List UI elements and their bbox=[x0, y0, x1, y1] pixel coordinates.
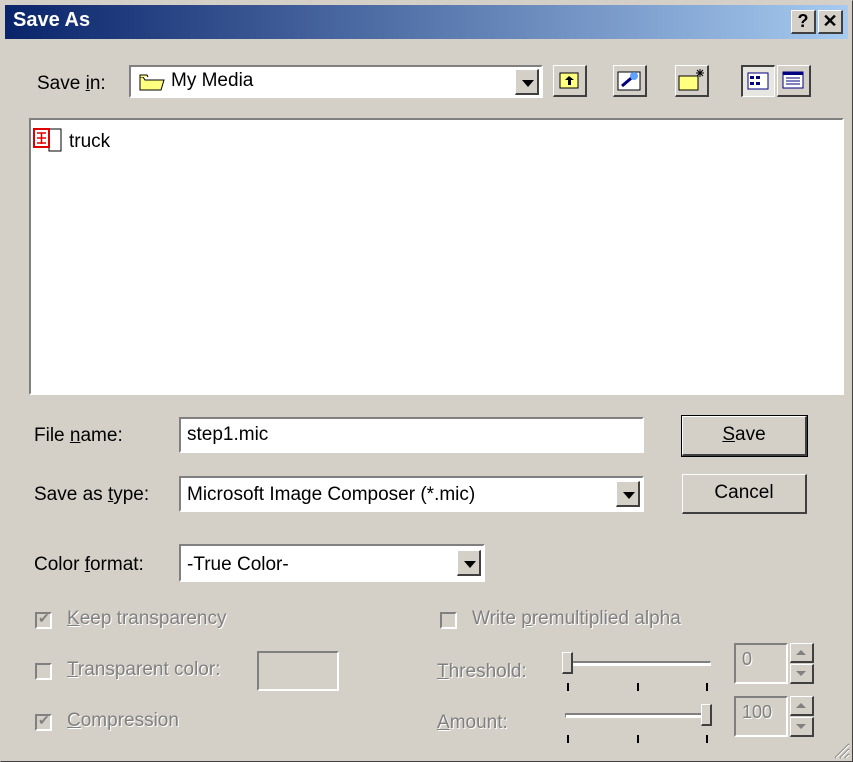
amount-slider-thumb[interactable] bbox=[701, 704, 712, 726]
list-view-icon bbox=[747, 72, 769, 90]
compression-checkbox[interactable] bbox=[35, 712, 52, 731]
amount-up-arrow[interactable] bbox=[790, 696, 814, 716]
save-button[interactable]: Save bbox=[681, 415, 808, 457]
new-folder-icon bbox=[678, 69, 704, 91]
threshold-tick bbox=[706, 683, 708, 691]
amount-down-arrow[interactable] bbox=[790, 717, 814, 737]
help-button[interactable]: ? bbox=[791, 10, 816, 34]
close-button[interactable]: ✕ bbox=[818, 10, 843, 34]
save-as-type-dropdown-arrow[interactable] bbox=[616, 481, 640, 507]
dialog-title: Save As bbox=[13, 9, 91, 31]
details-view-icon bbox=[782, 71, 804, 89]
save-as-type-label: Save as type: bbox=[34, 484, 150, 505]
threshold-up-arrow[interactable] bbox=[790, 643, 814, 663]
save-as-dialog: Save As ? ✕ Save in: My Media truck File bbox=[0, 0, 853, 762]
amount-tick bbox=[637, 735, 639, 743]
resize-grip-icon[interactable] bbox=[832, 741, 850, 759]
premultiplied-alpha-checkbox[interactable] bbox=[440, 612, 457, 629]
amount-tick bbox=[706, 735, 708, 743]
color-format-label: Color format: bbox=[34, 554, 144, 575]
threshold-spinner[interactable]: 0 bbox=[734, 643, 816, 684]
file-name: truck bbox=[69, 131, 111, 152]
threshold-tick bbox=[637, 683, 639, 691]
threshold-slider-track bbox=[565, 661, 711, 666]
save-in-label: Save in: bbox=[37, 73, 106, 94]
amount-slider-track bbox=[565, 713, 711, 718]
help-icon: ? bbox=[797, 11, 809, 31]
up-one-level-button[interactable] bbox=[553, 65, 587, 97]
compression-label: Compression bbox=[67, 710, 179, 731]
transparent-color-checkbox[interactable] bbox=[35, 663, 52, 680]
file-name-label: File name: bbox=[34, 425, 123, 446]
threshold-tick bbox=[567, 683, 569, 691]
file-list[interactable]: truck bbox=[29, 118, 844, 395]
amount-label: Amount: bbox=[437, 712, 508, 733]
save-as-type-dropdown[interactable]: Microsoft Image Composer (*.mic) bbox=[179, 476, 644, 512]
color-format-dropdown[interactable]: -True Color- bbox=[179, 544, 485, 582]
keep-transparency-label: Keep transparency bbox=[67, 608, 227, 629]
save-in-value: My Media bbox=[171, 70, 254, 91]
amount-spinner[interactable]: 100 bbox=[734, 696, 816, 737]
up-folder-icon bbox=[559, 72, 579, 89]
list-view-button[interactable] bbox=[741, 65, 775, 97]
close-icon: ✕ bbox=[822, 11, 838, 31]
image-file-icon bbox=[33, 127, 67, 159]
premultiplied-alpha-label: Write premultiplied alpha bbox=[472, 608, 681, 629]
title-bar[interactable]: Save As ? ✕ bbox=[5, 5, 848, 39]
threshold-slider-thumb[interactable] bbox=[562, 652, 573, 674]
details-view-button[interactable] bbox=[777, 65, 811, 97]
new-folder-button[interactable] bbox=[675, 65, 709, 97]
cancel-button[interactable]: Cancel bbox=[682, 474, 807, 514]
save-in-dropdown-arrow[interactable] bbox=[515, 69, 539, 95]
color-format-dropdown-arrow[interactable] bbox=[457, 550, 481, 576]
keep-transparency-checkbox[interactable] bbox=[35, 610, 52, 629]
folder-icon bbox=[139, 73, 165, 97]
transparent-color-label: Transparent color: bbox=[67, 659, 221, 680]
save-in-dropdown[interactable]: My Media bbox=[129, 65, 543, 98]
transparent-color-swatch[interactable] bbox=[257, 651, 339, 691]
web-folder-button[interactable] bbox=[613, 65, 647, 97]
threshold-down-arrow[interactable] bbox=[790, 664, 814, 684]
amount-tick bbox=[567, 735, 569, 743]
file-name-input[interactable]: step1.mic bbox=[179, 417, 644, 453]
web-folder-icon bbox=[617, 71, 641, 91]
threshold-label: Threshold: bbox=[437, 661, 527, 682]
